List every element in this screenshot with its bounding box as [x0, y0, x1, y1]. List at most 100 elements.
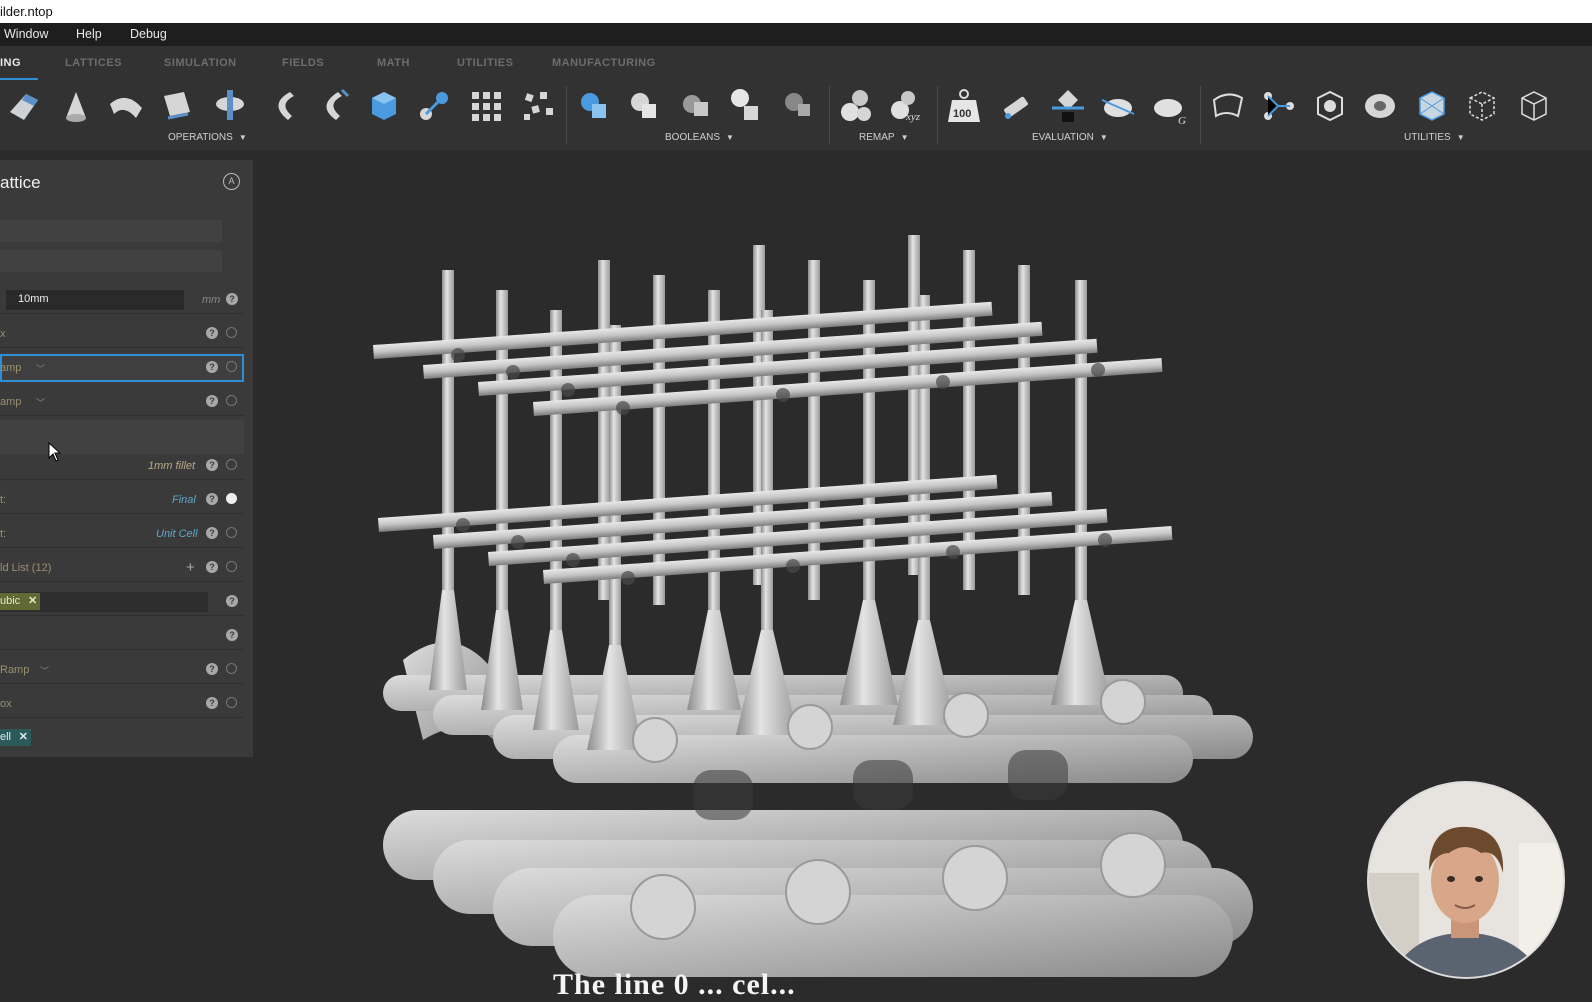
extrude-icon[interactable]	[158, 86, 198, 126]
help-icon[interactable]: ?	[206, 327, 218, 339]
remap-xyz-icon[interactable]: xyz	[886, 86, 926, 126]
smooth-union-icon[interactable]	[726, 86, 766, 126]
menu-bar: Window Help Debug	[0, 23, 1592, 46]
remap-icon[interactable]	[836, 86, 876, 126]
field-list-row[interactable]: ld List (12) + ?	[0, 554, 244, 582]
property-row[interactable]: 1mm fillet ?	[0, 452, 244, 480]
bend-icon[interactable]	[262, 86, 302, 126]
link-icon[interactable]	[226, 361, 237, 372]
link-icon[interactable]	[226, 527, 237, 538]
field-viewer-icon[interactable]	[1098, 86, 1138, 126]
help-icon[interactable]: ?	[226, 595, 238, 607]
property-row[interactable]: t: Unit Cell ?	[0, 520, 244, 548]
panel-spacer	[0, 420, 244, 454]
ribbon-tabs: ING LATTICES SIMULATION FIELDS MATH UTIL…	[0, 46, 1592, 81]
svg-text:xyz: xyz	[905, 111, 921, 123]
help-icon[interactable]: ?	[206, 663, 218, 675]
panel-info-icon[interactable]: A	[223, 173, 240, 190]
chip-item[interactable]: ubic ✕	[0, 593, 41, 610]
properties-panel: attice A 10mm mm ? x ? amp ﹀ ? amp ﹀ ? 1mm…	[0, 160, 253, 757]
cross-section-icon[interactable]	[1048, 86, 1088, 126]
property-row[interactable]: amp ﹀ ?	[0, 388, 244, 416]
tab-lattices[interactable]: LATTICES	[65, 57, 122, 69]
help-icon[interactable]: ?	[206, 361, 218, 373]
link-icon[interactable]	[226, 493, 237, 504]
ribbon-toolbar: OPERATIONS ▼ BOOLEANS ▼ xyz REMAP ▼ 100 G E…	[0, 80, 1592, 150]
chip-item[interactable]: ell ✕	[0, 729, 32, 746]
thickness-row: 10mm mm ?	[0, 286, 244, 314]
menu-debug[interactable]: Debug	[130, 23, 167, 46]
revolve-icon[interactable]	[56, 86, 96, 126]
panel-input-blank[interactable]	[0, 250, 222, 272]
thicken-icon[interactable]	[210, 86, 250, 126]
ring-icon[interactable]	[1360, 86, 1400, 126]
tab-math[interactable]: MATH	[377, 57, 410, 69]
grid-array-icon[interactable]	[466, 86, 506, 126]
help-icon[interactable]: ?	[206, 527, 218, 539]
menu-window[interactable]: Window	[4, 23, 48, 46]
surface-icon[interactable]	[1208, 86, 1248, 126]
help-icon[interactable]: ?	[206, 697, 218, 709]
boolean-intersect-icon[interactable]	[676, 86, 716, 126]
toolbar-divider	[937, 86, 938, 144]
property-row[interactable]: ox ?	[0, 690, 244, 718]
twist-icon[interactable]	[312, 86, 352, 126]
pattern-icon[interactable]	[414, 86, 454, 126]
link-icon[interactable]	[226, 561, 237, 572]
list-item[interactable]: ell ✕	[0, 724, 244, 752]
add-icon[interactable]: +	[186, 559, 195, 576]
link-icon[interactable]	[226, 663, 237, 674]
panel-title: attice	[0, 173, 41, 192]
help-icon[interactable]: ?	[206, 493, 218, 505]
property-row[interactable]: Ramp ﹀ ?	[0, 656, 244, 684]
loft-icon[interactable]	[4, 86, 44, 126]
toolbar-divider	[829, 86, 830, 144]
link-icon[interactable]	[226, 459, 237, 470]
link-icon[interactable]	[226, 697, 237, 708]
scatter-icon[interactable]	[518, 86, 558, 126]
link-icon[interactable]	[226, 395, 237, 406]
list-item[interactable]: ubic ✕ ?	[0, 588, 244, 616]
toolbar-divider	[1200, 86, 1201, 144]
smooth-subtract-icon[interactable]	[778, 86, 818, 126]
mouse-cursor-icon	[48, 442, 62, 462]
tab-utilities[interactable]: UTILITIES	[457, 57, 513, 69]
help-icon[interactable]: ?	[206, 395, 218, 407]
help-icon[interactable]: ?	[226, 293, 238, 305]
remove-icon[interactable]: ✕	[28, 593, 37, 610]
help-icon[interactable]: ?	[206, 561, 218, 573]
help-icon[interactable]: ?	[206, 459, 218, 471]
mass-properties-icon[interactable]: 100	[944, 86, 984, 126]
property-row[interactable]: x ?	[0, 320, 244, 348]
graph-icon[interactable]	[1258, 86, 1298, 126]
gradient-icon[interactable]: G	[1150, 86, 1190, 126]
utilities-group-label[interactable]: UTILITIES ▼	[1404, 132, 1465, 143]
remove-icon[interactable]: ✕	[19, 729, 28, 746]
property-row[interactable]: t: Final ?	[0, 486, 244, 514]
wire-box-icon[interactable]	[1462, 86, 1502, 126]
wire-box-outline-icon[interactable]	[1514, 86, 1554, 126]
boolean-union-icon[interactable]	[574, 86, 614, 126]
remap-group-label[interactable]: REMAP ▼	[859, 132, 908, 143]
property-row[interactable]: ?	[0, 622, 244, 650]
help-icon[interactable]: ?	[226, 629, 238, 641]
link-icon[interactable]	[226, 327, 237, 338]
tab-simulation[interactable]: SIMULATION	[164, 57, 237, 69]
boolean-subtract-icon[interactable]	[624, 86, 664, 126]
bounding-box-icon[interactable]	[1310, 86, 1350, 126]
box-icon[interactable]	[364, 86, 404, 126]
thickness-input[interactable]: 10mm	[6, 290, 184, 310]
menu-help[interactable]: Help	[76, 23, 102, 46]
sweep-icon[interactable]	[106, 86, 146, 126]
tab-manufacturing[interactable]: MANUFACTURING	[552, 57, 656, 69]
measure-icon[interactable]	[996, 86, 1036, 126]
booleans-group-label[interactable]: BOOLEANS ▼	[665, 132, 734, 143]
tab-fields[interactable]: FIELDS	[282, 57, 324, 69]
tab-modeling[interactable]: ING	[0, 57, 21, 69]
operations-group-label[interactable]: OPERATIONS ▼	[168, 132, 247, 143]
property-row-selected[interactable]: amp ﹀ ?	[0, 354, 244, 382]
evaluation-group-label[interactable]: EVALUATION ▼	[1032, 132, 1108, 143]
voxel-box-icon[interactable]	[1412, 86, 1452, 126]
panel-input-blank[interactable]	[0, 220, 222, 242]
svg-text:100: 100	[953, 108, 971, 120]
